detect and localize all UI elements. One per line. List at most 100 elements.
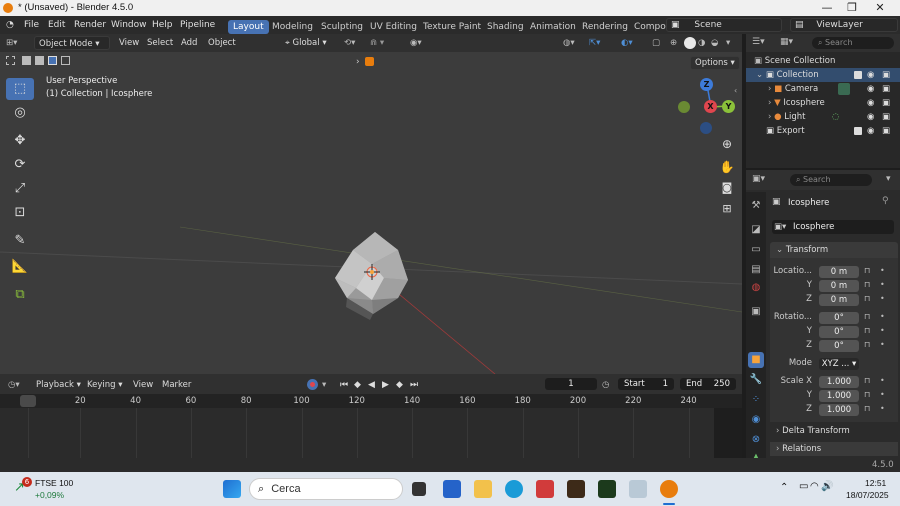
blender-taskbar-icon[interactable] — [660, 480, 678, 498]
lock-icon[interactable]: ⊓ — [864, 280, 870, 289]
location-x-field[interactable]: 0 m — [819, 266, 859, 278]
cursor-tool-icon[interactable]: ◎ — [6, 102, 34, 124]
location-z-field[interactable]: 0 m — [819, 294, 859, 306]
select-menu[interactable]: Select — [147, 36, 173, 50]
tab-modeling[interactable]: Modeling — [267, 20, 318, 34]
keyframe-dot-icon[interactable]: • — [880, 326, 885, 335]
3d-viewport[interactable]: User Perspective (1) Collection | Icosph… — [0, 52, 742, 374]
view-layer-tab-icon[interactable]: ▤ — [748, 262, 764, 278]
snap-icon[interactable]: ⋒ ▾ — [370, 36, 384, 50]
scale-tool-icon[interactable]: ⤢ — [6, 178, 34, 200]
keying-menu[interactable]: Keying ▾ — [87, 378, 123, 392]
gizmo-y-axis[interactable]: Y — [722, 100, 735, 113]
eye-icon[interactable]: ◉ — [867, 96, 874, 110]
gizmo-toggle-icon[interactable]: ⇱▾ — [589, 36, 600, 50]
clock-icon[interactable]: ◷ — [602, 378, 609, 392]
orientation-dropdown[interactable]: ⌖ Global ▾ — [285, 36, 327, 50]
camera-toggle-icon[interactable]: ▣ — [882, 110, 890, 124]
app-dark-icon[interactable] — [567, 480, 585, 498]
outliner-search[interactable]: ⌕ Search — [812, 37, 894, 49]
gizmo-z-axis[interactable]: Z — [700, 78, 713, 91]
task-view-icon[interactable] — [412, 482, 426, 496]
app-red-icon[interactable] — [536, 480, 554, 498]
rotation-z-field[interactable]: 0° — [819, 340, 859, 352]
keyframe-dot-icon[interactable]: • — [880, 404, 885, 413]
select-new-icon[interactable] — [22, 56, 31, 65]
eye-icon[interactable]: ◉ — [867, 82, 874, 96]
camera-toggle-icon[interactable]: ▣ — [882, 82, 890, 96]
tab-animation[interactable]: Animation — [525, 20, 581, 34]
app-terminal-icon[interactable] — [598, 480, 616, 498]
tab-uv-editing[interactable]: UV Editing — [365, 20, 422, 34]
scale-y-field[interactable]: 1.000 — [819, 390, 859, 402]
jump-start-icon[interactable]: ⏮ — [340, 378, 348, 392]
play-icon[interactable]: ▶ — [382, 378, 389, 392]
pivot-icon[interactable]: ⟲▾ — [344, 36, 355, 50]
gizmo-x-axis[interactable]: X — [704, 100, 717, 113]
keyframe-dot-icon[interactable]: • — [880, 294, 885, 303]
keyframe-dot-icon[interactable]: • — [880, 312, 885, 321]
object-tab-icon[interactable]: ■ — [748, 352, 764, 368]
properties-editor-icon[interactable]: ▣▾ — [752, 174, 765, 184]
camera-toggle-icon[interactable]: ▣ — [882, 68, 890, 82]
jump-end-icon[interactable]: ⏭ — [410, 378, 418, 392]
visibility-icon[interactable]: ◍▾ — [563, 36, 575, 50]
lock-icon[interactable]: ⊓ — [864, 340, 870, 349]
camera-toggle-icon[interactable]: ▣ — [882, 96, 890, 110]
properties-options-icon[interactable]: ▾ — [886, 174, 891, 184]
constraints-tab-icon[interactable]: ⊗ — [748, 432, 764, 448]
lock-icon[interactable]: ⊓ — [864, 376, 870, 385]
keyframe-dot-icon[interactable]: • — [880, 340, 885, 349]
menu-file[interactable]: File — [24, 20, 39, 30]
minimize-icon[interactable]: — — [820, 1, 834, 15]
edge-browser-icon[interactable] — [505, 480, 523, 498]
display-mode-icon[interactable]: ▦▾ — [780, 37, 793, 47]
render-tab-icon[interactable]: ◪ — [748, 222, 764, 238]
world-tab-icon[interactable]: ▣ — [748, 304, 764, 320]
lock-icon[interactable]: ⊓ — [864, 404, 870, 413]
select-invert-icon[interactable] — [61, 56, 70, 65]
file-explorer-icon[interactable] — [474, 480, 492, 498]
relations-header[interactable]: › Relations — [770, 442, 898, 456]
scene-tab-icon[interactable]: ◍ — [748, 280, 764, 296]
tab-rendering[interactable]: Rendering — [577, 20, 633, 34]
outliner-editor-icon[interactable]: ☰▾ — [752, 37, 765, 47]
pan-hand-icon[interactable]: ✋ — [718, 160, 736, 178]
keyframe-dot-icon[interactable]: • — [880, 266, 885, 275]
eye-icon[interactable]: ◉ — [867, 68, 874, 82]
timeline-view-menu[interactable]: View — [133, 378, 153, 392]
scale-x-field[interactable]: 1.000 — [819, 376, 859, 388]
next-keyframe-icon[interactable]: ◆ — [396, 378, 403, 392]
blender-menu-icon[interactable]: ◔ — [6, 20, 18, 30]
camera-toggle-icon[interactable]: ▣ — [882, 124, 890, 138]
end-frame-field[interactable]: End 250 — [680, 378, 736, 390]
select-extend-icon[interactable] — [35, 56, 44, 65]
eye-icon[interactable]: ◉ — [867, 110, 874, 124]
material-shading-icon[interactable]: ◑ — [698, 36, 705, 50]
timeline-area[interactable]: 120406080100120140160180200220240 — [0, 394, 742, 458]
tab-shading[interactable]: Shading — [482, 20, 529, 34]
outliner-row-camera[interactable]: › ■ Camera ◉ ▣ — [746, 82, 900, 96]
keyframe-dot-icon[interactable]: • — [880, 390, 885, 399]
select-tool-icon[interactable]: ⬚ — [6, 78, 34, 100]
rotation-x-field[interactable]: 0° — [819, 312, 859, 324]
menu-edit[interactable]: Edit — [48, 20, 65, 30]
perspective-toggle-icon[interactable]: ⊞ — [718, 202, 736, 220]
store-icon[interactable] — [443, 480, 461, 498]
object-menu[interactable]: Object — [208, 36, 236, 50]
outliner-row-scene-collection[interactable]: ▣ Scene Collection — [746, 54, 900, 68]
view-menu[interactable]: View — [119, 36, 139, 50]
outliner-row-export[interactable]: ▣ Export ◉ ▣ — [746, 124, 900, 138]
add-cube-tool-icon[interactable]: ⧉ — [6, 284, 34, 306]
lock-icon[interactable]: ⊓ — [864, 390, 870, 399]
rotation-y-field[interactable]: 0° — [819, 326, 859, 338]
prev-keyframe-icon[interactable]: ◆ — [354, 378, 361, 392]
tab-layout[interactable]: Layout — [228, 20, 269, 34]
options-dropdown[interactable]: Options ▾ — [690, 56, 740, 70]
current-frame-field[interactable]: 1 — [545, 378, 597, 390]
collapse-header-icon[interactable]: › — [356, 57, 360, 67]
lock-icon[interactable]: ⊓ — [864, 266, 870, 275]
modifier-tab-icon[interactable]: 🔧 — [748, 372, 764, 388]
location-y-field[interactable]: 0 m — [819, 280, 859, 292]
particles-tab-icon[interactable]: ⁘ — [748, 392, 764, 408]
